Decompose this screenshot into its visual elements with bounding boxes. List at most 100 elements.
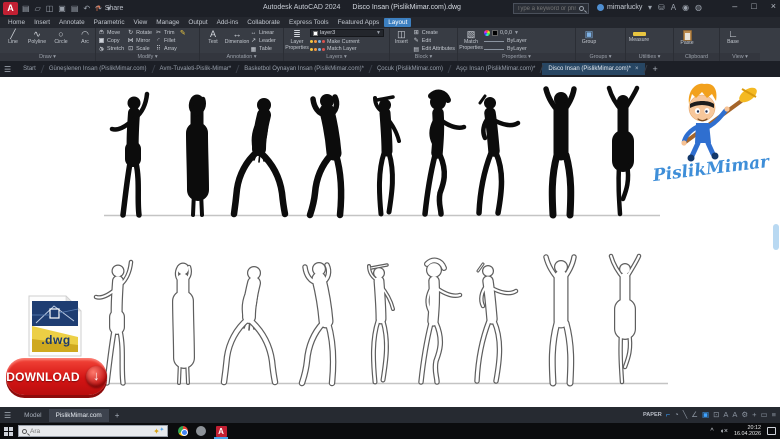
tab-menu-icon[interactable]: ☰ <box>4 65 11 74</box>
new-drawing-button[interactable]: + <box>653 64 658 74</box>
panel-title-block[interactable]: Block ▾ <box>390 53 457 61</box>
annotation-scale-icon[interactable]: A <box>723 410 728 420</box>
paste-button[interactable]: Paste <box>676 29 698 53</box>
signed-in-user[interactable]: mimarlucky <box>597 4 642 11</box>
ribbon-small-button[interactable]: ⊡ Scale <box>127 45 152 53</box>
new-layout-button[interactable]: + <box>115 411 120 420</box>
save-as-icon[interactable]: ▣ <box>58 4 66 13</box>
dancer-silhouette[interactable] <box>234 105 285 214</box>
annotation-visibility-icon[interactable]: A <box>732 410 737 420</box>
panel-title-annotation[interactable]: Annotation ▾ <box>200 53 283 61</box>
notifications-icon[interactable]: ◍ <box>695 3 702 12</box>
close-button[interactable]: × <box>771 1 776 11</box>
drawing-tab[interactable]: Basketbol Oynayan Insan (PislikMimar.com… <box>238 63 370 75</box>
help-search-box[interactable] <box>513 3 589 14</box>
cart-icon[interactable]: ⛁ <box>658 3 665 12</box>
ribbon-button[interactable]: A Text <box>202 29 224 53</box>
app-menu-button[interactable]: A <box>3 2 18 15</box>
ribbon-tab[interactable]: View <box>130 18 152 27</box>
ribbon-small-button[interactable]: ▣ Copy <box>98 37 124 45</box>
ribbon-small-button[interactable]: ▦ Table <box>250 46 276 53</box>
windows-search-box[interactable]: ✦✦ <box>18 425 168 437</box>
ribbon-button[interactable]: ◠ Arc <box>74 29 96 53</box>
drawing-tab[interactable]: Start <box>17 63 42 75</box>
ribbon-tab[interactable]: Manage <box>152 18 183 27</box>
osnap-icon[interactable]: ▣ <box>702 410 709 420</box>
measure-button[interactable]: Measure <box>628 29 650 53</box>
drawing-canvas[interactable]: PislikMimar .dwg DOWNLOAD ↓ <box>0 77 780 407</box>
ribbon-tab[interactable]: Featured Apps <box>334 18 384 27</box>
panel-title-clipboard[interactable]: Clipboard <box>674 53 719 61</box>
user-dropdown-icon[interactable]: ▾ <box>648 3 652 12</box>
ribbon-small-button[interactable]: ✂ Trim <box>155 29 177 37</box>
paper-space-label[interactable]: PAPER <box>643 412 662 418</box>
ribbon-button[interactable]: ↔ Dimension <box>226 29 248 53</box>
ribbon-button[interactable]: ╱ Line <box>2 29 24 53</box>
grid-icon[interactable]: ⌐ <box>666 410 670 420</box>
minimize-button[interactable]: – <box>732 1 737 11</box>
ribbon-small-button[interactable]: ⠿ Array <box>155 45 177 53</box>
ribbon-small-button[interactable]: ↻ Rotate <box>127 29 152 37</box>
dancer-silhouette[interactable] <box>112 94 147 215</box>
dancer-silhouette[interactable] <box>375 97 399 214</box>
object-color-dropdown[interactable]: 0,0,0 ▼ <box>484 29 527 36</box>
notification-center-icon[interactable] <box>767 427 776 435</box>
polar-icon[interactable]: ∠ <box>691 410 698 420</box>
start-button[interactable] <box>0 423 16 439</box>
dancer-outline[interactable] <box>546 257 574 383</box>
autocad-taskbar-icon[interactable]: A <box>214 424 228 439</box>
panel-title-modify[interactable]: Modify ▾ <box>96 53 199 61</box>
dancer-outline[interactable] <box>302 265 333 383</box>
panel-title-view[interactable]: View ▾ <box>720 53 760 61</box>
drawing-tab[interactable]: Aşçı Insan (PislikMimar.com)* <box>450 63 541 75</box>
windows-search-input[interactable] <box>30 428 150 435</box>
dancer-outline[interactable] <box>421 261 460 382</box>
layer-dropdown[interactable]: layer3 ▼ <box>310 29 384 37</box>
open-icon[interactable]: ▱ <box>35 4 41 13</box>
match-properties-button[interactable]: ▧ Match Properties <box>460 29 482 53</box>
dancer-outline[interactable] <box>477 264 516 381</box>
layer-tool-button[interactable]: Make Current <box>310 38 384 46</box>
panel-title-properties[interactable]: Properties ▾ <box>458 53 575 61</box>
close-tab-icon[interactable]: × <box>635 66 639 72</box>
ribbon-tab[interactable]: Home <box>4 18 29 27</box>
block-tool-button[interactable]: ▤ Edit Attributes <box>413 46 455 53</box>
status-menu-icon[interactable]: ≡ <box>772 410 776 420</box>
ribbon-small-button[interactable]: ↔ Linear <box>250 29 276 36</box>
ribbon-small-button[interactable]: ⋈ Mirror <box>127 37 152 45</box>
ribbon-tab[interactable]: Collaborate <box>243 18 284 27</box>
ribbon-button[interactable]: ∿ Polyline <box>26 29 48 53</box>
drawing-tab[interactable]: Avm-Tuvaleti-Pislik-Mimar* <box>154 63 238 75</box>
bylayer-dropdown[interactable]: ByLayer <box>484 45 527 53</box>
ribbon-tab[interactable]: Annotate <box>55 18 89 27</box>
tray-expand-icon[interactable]: ^ <box>710 428 713 435</box>
panel-title-groups[interactable]: Groups ▾ <box>576 53 625 61</box>
dancer-silhouette[interactable] <box>425 93 464 214</box>
ribbon-tab[interactable]: Express Tools <box>285 18 333 27</box>
chrome-icon[interactable] <box>178 426 188 436</box>
undo-icon[interactable]: ↶ <box>83 4 90 13</box>
app-icon[interactable] <box>196 426 206 436</box>
ribbon-tab[interactable]: Insert <box>30 18 54 27</box>
isolate-icon[interactable]: ⊡ <box>713 410 719 420</box>
dancer-silhouette[interactable] <box>546 89 574 215</box>
maximize-button[interactable]: □ <box>751 1 756 11</box>
ortho-icon[interactable]: ╲ <box>683 410 688 420</box>
panel-title-layers[interactable]: Layers ▾ <box>284 53 389 61</box>
dancer-silhouette[interactable] <box>479 96 518 213</box>
layer-tool-button[interactable]: Match Layer <box>310 46 384 54</box>
ribbon-tab[interactable]: Output <box>184 18 211 27</box>
plot-icon[interactable]: ▤ <box>71 4 79 13</box>
ribbon-small-button[interactable]: ↘ Stretch <box>98 45 124 53</box>
dancer-silhouette[interactable] <box>191 99 204 215</box>
apps-icon[interactable]: A <box>671 3 676 12</box>
ribbon-tab[interactable]: Layout <box>384 18 411 27</box>
erase-icon[interactable]: ✎ <box>180 29 186 53</box>
bylayer-dropdown[interactable]: ByLayer <box>484 37 527 45</box>
layer-properties-button[interactable]: ≣ Layer Properties <box>286 29 308 53</box>
ribbon-tab[interactable]: Parametric <box>90 18 129 27</box>
layout-tab[interactable]: Model <box>17 409 48 422</box>
insert-block-button[interactable]: ◫ Insert <box>392 29 411 53</box>
scrollbar-thumb[interactable] <box>773 224 779 250</box>
snap-icon[interactable]: ◔ <box>674 410 679 420</box>
